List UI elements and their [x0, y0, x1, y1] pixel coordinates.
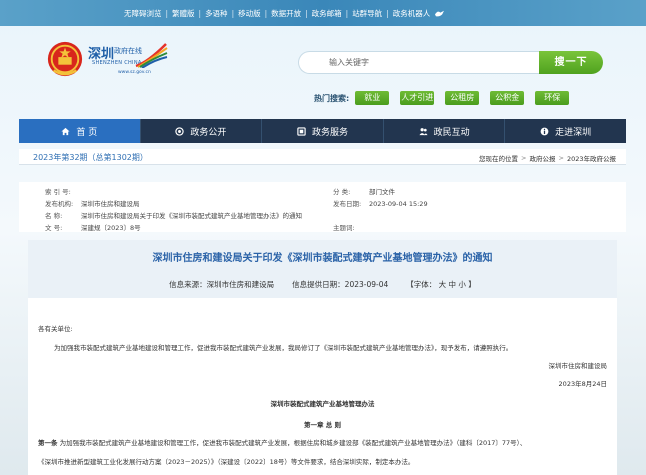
- nav-services-label: 政务服务: [311, 127, 348, 138]
- service-icon: [297, 126, 306, 136]
- document-source: 信息来源：深圳市住房和建设局: [169, 280, 275, 289]
- top-link-traditional[interactable]: 繁體版: [172, 8, 195, 19]
- issue-bar: 2023年第32期（总第1302期） 您现在的位置 > 政府公报 > 2023年…: [19, 149, 626, 165]
- document-title: 深圳市住房和建设局关于印发《深圳市装配式建筑产业基地管理办法》的通知: [152, 253, 493, 264]
- national-emblem-icon: [47, 41, 83, 77]
- hot-tag-employment[interactable]: 就业: [355, 91, 390, 105]
- meta-org-value: 深圳市住房和建设局: [81, 200, 140, 208]
- top-link-site-nav[interactable]: 站群导航: [352, 8, 382, 19]
- meta-index: 索 引 号:: [45, 186, 81, 196]
- font-size-switch[interactable]: 【字体： 大 中 小 】: [406, 279, 476, 290]
- top-links: 无障碍浏览 | 繁體版 | 多语种 | 移动版 | 数据开放 | 政务邮箱 | 站群导航 | …: [124, 8, 445, 19]
- breadcrumb: 您现在的位置 > 政府公报 > 2023年政府公报: [479, 153, 616, 163]
- logo-ribbon-icon: [135, 43, 168, 68]
- open-icon: [175, 126, 185, 136]
- meta-category-key: 分 类:: [333, 188, 351, 196]
- hot-search: 热门搜索: 就业 人才引进 公租房 公积金 环保: [314, 91, 580, 105]
- document-meta: 索 引 号: 发布机构: 深圳市住房和建设局 名 称: 深圳市住房和建设局关于印发《…: [19, 182, 626, 232]
- nav-about-shenzhen[interactable]: 走进深圳: [505, 119, 626, 143]
- breadcrumb-prefix: 您现在的位置: [479, 155, 519, 163]
- document-body: 各有关单位: 为加强我市装配式建筑产业基地建设和管理工作，促进我市装配式建筑产业…: [28, 298, 617, 475]
- document-info: 信息来源：深圳市住房和建设局 信息提供日期：2023-09-04 【字体： 大 …: [28, 279, 617, 290]
- greeting: 各有关单位:: [38, 325, 73, 333]
- interaction-icon: [419, 127, 428, 135]
- meta-docno-value: 深建规〔2023〕8号: [81, 224, 141, 232]
- meta-category-value: 部门文件: [369, 188, 395, 196]
- meta-org-key: 发布机构:: [45, 200, 74, 208]
- hot-tag-environment[interactable]: 环保: [535, 91, 570, 105]
- issue-number: 2023年第32期（总第1302期）: [33, 153, 148, 162]
- home-icon: [61, 127, 70, 135]
- meta-date-key: 发布日期:: [333, 200, 362, 208]
- meta-org: 发布机构: 深圳市住房和建设局: [45, 198, 140, 208]
- hot-tag-housing-fund[interactable]: 公积金: [490, 91, 525, 105]
- sign-date: 2023年8月24日: [558, 380, 607, 388]
- meta-docno: 文 号: 深建规〔2023〕8号: [45, 222, 141, 232]
- document-date: 信息提供日期：2023-09-04: [292, 280, 389, 289]
- breadcrumb-item-2023[interactable]: 2023年政府公报: [567, 153, 616, 163]
- article-1-text: 为加强我市装配式建筑产业基地建设和管理工作，促进我市装配式建筑产业发展，根据住房…: [59, 439, 527, 447]
- nav-open-gov[interactable]: 政务公开: [141, 119, 263, 143]
- nav-open-gov-label: 政务公开: [190, 127, 227, 138]
- site-logo[interactable]: 深圳 政府在线 SHENZHEN CHINA www.sz.gov.cn: [88, 40, 168, 80]
- top-link-multilang[interactable]: 多语种: [205, 8, 228, 19]
- meta-topic-key: 主题词:: [333, 224, 355, 232]
- top-link-robot[interactable]: 政务机器人: [393, 8, 431, 19]
- meta-name-key: 名 称:: [45, 212, 63, 220]
- attachment-title: 深圳市装配式建筑产业基地管理办法: [270, 400, 375, 408]
- meta-category: 分 类: 部门文件: [333, 186, 395, 196]
- bird-icon[interactable]: [434, 9, 445, 18]
- nav-home[interactable]: 首 页: [19, 119, 141, 143]
- top-link-open-data[interactable]: 数据开放: [271, 8, 301, 19]
- top-link-mail[interactable]: 政务邮箱: [312, 8, 342, 19]
- top-utility-bar: 无障碍浏览 | 繁體版 | 多语种 | 移动版 | 数据开放 | 政务邮箱 | 站群导航 | …: [0, 0, 646, 26]
- hot-tag-talent[interactable]: 人才引进: [400, 91, 435, 105]
- logo-url: www.sz.gov.cn: [118, 70, 151, 75]
- hot-search-label: 热门搜索:: [314, 93, 350, 103]
- meta-date-value: 2023-09-04 15:29: [369, 200, 428, 208]
- paragraph-intro: 为加强我市装配式建筑产业基地建设和管理工作，促进我市装配式建筑产业发展，我局修订…: [54, 344, 513, 352]
- nav-about-label: 走进深圳: [555, 127, 592, 138]
- document-header: 深圳市住房和建设局关于印发《深圳市装配式建筑产业基地管理办法》的通知 信息来源：…: [28, 240, 617, 298]
- info-icon: [540, 127, 549, 135]
- search-input[interactable]: 输入关键字: [298, 51, 539, 74]
- top-link-mobile[interactable]: 移动版: [238, 8, 261, 19]
- meta-name-value: 深圳市住房和建设局关于印发《深圳市装配式建筑产业基地管理办法》的通知: [81, 212, 302, 220]
- nav-home-label: 首 页: [76, 127, 98, 138]
- nav-interaction-label: 政民互动: [433, 127, 470, 138]
- meta-date: 发布日期: 2023-09-04 15:29: [333, 198, 428, 208]
- signer: 深圳市住房和建设局: [548, 362, 608, 370]
- article-1: 第一条 为加强我市装配式建筑产业基地建设和管理工作，促进我市装配式建筑产业发展，…: [38, 437, 526, 447]
- main-nav: 首 页 政务公开 政务服务 政民互动 走进深圳: [19, 119, 626, 143]
- nav-interaction[interactable]: 政民互动: [384, 119, 506, 143]
- breadcrumb-item-gazette[interactable]: 政府公报: [530, 153, 556, 163]
- meta-index-key: 索 引 号:: [45, 188, 71, 196]
- nav-services[interactable]: 政务服务: [262, 119, 384, 143]
- meta-topic: 主题词:: [333, 222, 369, 232]
- search-bar: 输入关键字 搜一下: [298, 51, 603, 74]
- top-link-accessibility[interactable]: 无障碍浏览: [124, 8, 162, 19]
- chapter-heading: 第一章 总 则: [303, 421, 342, 429]
- meta-name: 名 称: 深圳市住房和建设局关于印发《深圳市装配式建筑产业基地管理办法》的通知: [45, 210, 302, 220]
- hot-tag-public-housing[interactable]: 公租房: [445, 91, 480, 105]
- search-button[interactable]: 搜一下: [539, 51, 603, 74]
- article-1-continued: 《深圳市推进新型建筑工业化发展行动方案（2023－2025）》（深建设〔2022…: [38, 458, 415, 466]
- article-1-label: 第一条: [38, 439, 58, 447]
- meta-docno-key: 文 号:: [45, 224, 63, 232]
